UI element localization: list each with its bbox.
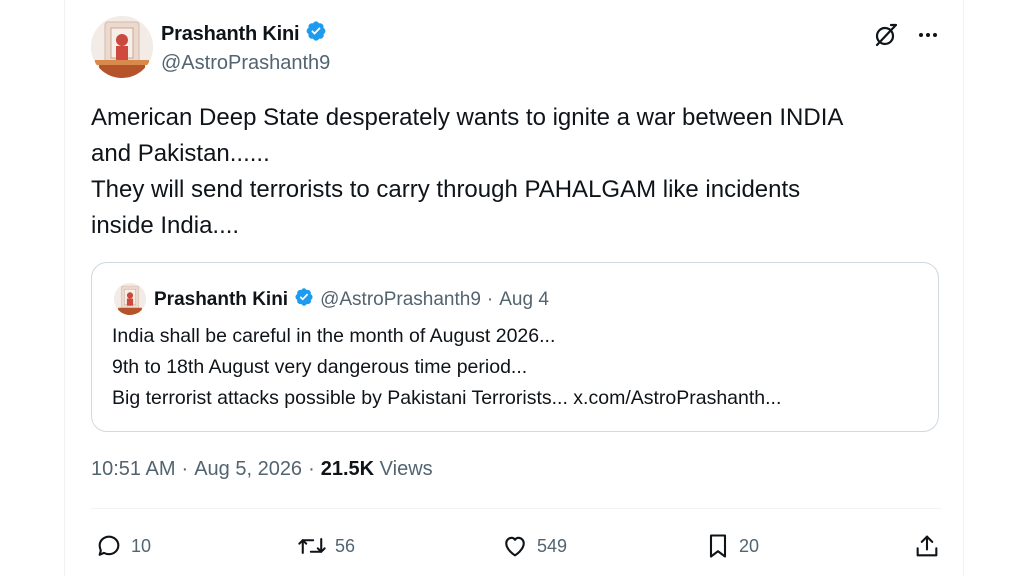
tweet-text: American Deep State desperately wants to… [91,100,941,244]
reply-button[interactable]: 10 [95,532,151,560]
reply-count: 10 [131,535,152,556]
tweet-text-line: American Deep State desperately wants to… [91,104,844,131]
repost-button[interactable]: 56 [297,532,355,560]
tweet-time[interactable]: 10:51 AM [91,458,176,481]
author-name-row[interactable]: Prashanth Kini [161,20,327,48]
author-name[interactable]: Prashanth Kini [161,23,300,46]
views-count: 21.5K [320,458,375,480]
like-count: 549 [537,535,568,556]
tweet-card: Prashanth Kini @AstroPrashanth9 American… [64,0,964,576]
quoted-text-line: Big terrorist attacks possible by Pakist… [112,387,782,409]
timestamp-row: 10:51 AM · Aug 5, 2026 · 21.5K Views [91,458,433,481]
verified-badge-icon [305,20,327,48]
quoted-header: Prashanth Kini @AstroPrashanth9 · Aug 4 [154,287,549,313]
reply-icon [95,532,123,560]
verified-badge-icon [294,287,314,313]
author-avatar[interactable] [91,16,153,78]
views-label: Views [379,458,433,480]
repost-count: 56 [335,535,356,556]
tweet-date[interactable]: Aug 5, 2026 [194,458,302,481]
bookmark-button[interactable]: 20 [705,532,759,560]
quoted-tweet[interactable]: Prashanth Kini @AstroPrashanth9 · Aug 4 … [91,262,939,432]
tweet-text-line: inside India.... [91,212,240,239]
quoted-separator: · [486,289,494,310]
quoted-text-line: India shall be careful in the month of A… [112,325,556,347]
more-icon[interactable] [915,22,941,48]
repost-icon [297,532,327,560]
like-icon [501,532,529,560]
quoted-date[interactable]: Aug 4 [499,289,549,311]
like-button[interactable]: 549 [501,532,567,560]
quoted-author-handle[interactable]: @AstroPrashanth9 [320,289,481,311]
quoted-avatar[interactable] [114,283,146,315]
grok-icon[interactable] [873,22,899,48]
top-actions [873,22,941,48]
action-bar: 10 56 549 20 [95,532,941,566]
timestamp-separator: · [181,458,189,480]
timestamp-separator: · [308,458,315,480]
share-icon [913,532,941,560]
bookmark-count: 20 [739,535,760,556]
divider [91,508,941,509]
quoted-text-line: 9th to 18th August very dangerous time p… [112,356,528,378]
quoted-text: India shall be careful in the month of A… [112,321,932,414]
tweet-text-line: They will send terrorists to carry throu… [91,176,801,203]
quoted-author-name[interactable]: Prashanth Kini [154,289,288,311]
author-handle[interactable]: @AstroPrashanth9 [161,52,330,75]
share-button[interactable] [913,532,941,560]
tweet-text-line: and Pakistan...... [91,140,270,167]
bookmark-icon [705,532,731,560]
